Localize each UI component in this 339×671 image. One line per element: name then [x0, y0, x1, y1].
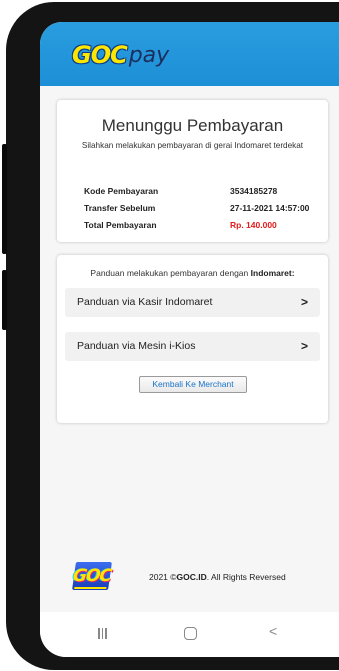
payment-code-value: 3534185278 [230, 186, 278, 196]
total-payment-label: Total Pembayaran [84, 220, 157, 230]
goc-pay-logo: GOC pay [72, 41, 169, 67]
copyright-suffix: . All Rights Reversed [206, 572, 286, 582]
footer-logo-text: GOC [71, 566, 113, 586]
guide-ikios-button[interactable]: Panduan via Mesin i-Kios > [65, 332, 320, 361]
logo-pay-text: pay [128, 43, 170, 68]
volume-button [2, 144, 7, 254]
payment-code-label: Kode Pembayaran [84, 186, 159, 196]
guide-intro: Panduan melakukan pembayaran dengan Indo… [57, 268, 328, 278]
copyright-prefix: 2021 © [149, 572, 177, 582]
transfer-deadline-label: Transfer Sebelum [84, 203, 156, 213]
copyright-brand: GOC.ID [176, 572, 207, 582]
guide-intro-bold: Indomaret: [250, 268, 295, 278]
recents-icon[interactable] [98, 628, 109, 639]
total-payment-value: Rp. 140.000 [230, 220, 277, 230]
payment-guide-card: Panduan melakukan pembayaran dengan Indo… [57, 255, 328, 423]
app-header: GOC pay [40, 22, 339, 86]
chevron-right-icon: > [300, 339, 308, 353]
back-to-merchant-button[interactable]: Kembali Ke Merchant [139, 376, 247, 393]
power-button [2, 270, 7, 330]
guide-kasir-label: Panduan via Kasir Indomaret [77, 296, 213, 308]
phone-frame: GOC pay Menunggu Pembayaran Silahkan mel… [2, 2, 339, 670]
home-icon[interactable] [184, 627, 197, 640]
payment-instruction: Silahkan melakukan pembayaran di gerai I… [81, 141, 304, 150]
payment-code-row: Kode Pembayaran 3534185278 [84, 186, 334, 200]
guide-kasir-button[interactable]: Panduan via Kasir Indomaret > [65, 288, 320, 317]
total-payment-row: Total Pembayaran Rp. 140.000 [84, 220, 334, 234]
android-nav-bar: < [40, 612, 339, 657]
copyright-text: 2021 ©GOC.ID. All Rights Reversed [149, 572, 286, 582]
phone-screen: GOC pay Menunggu Pembayaran Silahkan mel… [40, 22, 339, 657]
page-title: Menunggu Pembayaran [101, 116, 284, 135]
logo-goc-text: GOC [72, 41, 128, 69]
back-icon[interactable]: < [269, 623, 277, 639]
footer-logo-tagline [74, 587, 107, 589]
goc-footer-logo: GOC [72, 562, 112, 590]
transfer-deadline-row: Transfer Sebelum 27-11-2021 14:57:00 [84, 203, 334, 217]
guide-ikios-label: Panduan via Mesin i-Kios [77, 340, 196, 352]
chevron-right-icon: > [300, 295, 308, 309]
guide-intro-text: Panduan melakukan pembayaran dengan [90, 268, 249, 278]
payment-status-card: Menunggu Pembayaran Silahkan melakukan p… [57, 100, 328, 242]
footer: GOC 2021 ©GOC.ID. All Rights Reversed [40, 552, 339, 612]
transfer-deadline-value: 27-11-2021 14:57:00 [230, 203, 310, 213]
